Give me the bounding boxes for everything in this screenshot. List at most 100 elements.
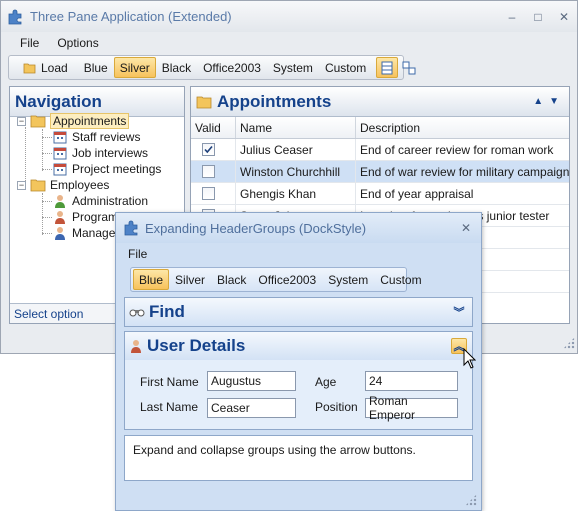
age-input[interactable]: 24	[365, 371, 458, 391]
appointments-title: Appointments	[217, 91, 332, 111]
tree-label-employees: Employees	[50, 178, 110, 192]
valid-checkbox[interactable]	[202, 187, 215, 200]
main-title-bar[interactable]: Three Pane Application (Extended) – □ ✕	[1, 1, 577, 32]
position-input[interactable]: Roman Emperor	[365, 394, 458, 422]
theme-silver-button[interactable]: Silver	[113, 57, 156, 78]
tree-connector	[42, 233, 52, 234]
tree-expander-employees[interactable]: −	[17, 181, 26, 190]
last-name-label: Last Name	[140, 400, 199, 414]
load-button[interactable]: Load	[17, 57, 74, 78]
float-theme-system-button[interactable]: System	[322, 269, 374, 290]
cell-valid	[191, 139, 236, 160]
tree-item-employees[interactable]: Employees	[30, 177, 109, 193]
layout-vertical-button[interactable]	[376, 57, 399, 78]
folder-open-icon	[23, 63, 36, 73]
column-name[interactable]: Name	[236, 117, 356, 138]
valid-checkbox[interactable]	[202, 143, 215, 156]
tree-connector	[42, 153, 52, 154]
maximize-button[interactable]: □	[525, 7, 551, 27]
minimize-button[interactable]: –	[499, 7, 525, 27]
arrow-down-icon[interactable]: ▼	[549, 96, 559, 107]
find-header[interactable]: Find ︾	[125, 298, 472, 326]
cell-valid	[191, 183, 236, 204]
folder-icon	[30, 179, 46, 192]
first-name-input[interactable]: Augustus	[207, 371, 296, 391]
cell-name: Ghengis Khan	[236, 183, 356, 204]
tree-connector	[42, 129, 43, 171]
float-title-bar[interactable]: Expanding HeaderGroups (DockStyle) ✕	[116, 213, 481, 243]
last-name-input[interactable]: Ceaser	[207, 398, 296, 418]
tree-label-job-interviews: Job interviews	[72, 146, 149, 160]
main-menubar: File Options	[1, 32, 577, 54]
main-window-title: Three Pane Application (Extended)	[30, 9, 232, 24]
table-row[interactable]: Winston Churchhill End of war review for …	[191, 161, 569, 183]
cell-valid	[191, 161, 236, 182]
tree-connector	[42, 217, 52, 218]
navigation-title: Navigation	[15, 91, 102, 111]
person-green-icon	[55, 195, 65, 208]
theme-system-button[interactable]: System	[267, 57, 319, 78]
theme-office2003-button[interactable]: Office2003	[197, 57, 267, 78]
tree-connector	[42, 169, 52, 170]
cell-description: End of year appraisal	[360, 186, 474, 201]
tree-item-job-interviews[interactable]: Job interviews	[53, 145, 148, 161]
user-details-headergroup: User Details ︽ First Name Augustus Age 2…	[124, 331, 473, 430]
table-row[interactable]: Ghengis Khan End of year appraisal	[191, 183, 569, 205]
first-name-label: First Name	[140, 375, 199, 389]
cell-name: Julius Ceaser	[236, 139, 356, 160]
tree-label-administration: Administration	[72, 194, 149, 208]
expanding-headergroups-window: Expanding HeaderGroups (DockStyle) ✕ Fil…	[115, 212, 482, 511]
tree-item-project-meetings[interactable]: Project meetings	[53, 161, 161, 177]
tree-expander-appointments[interactable]: −	[17, 117, 26, 126]
layout-grid-button[interactable]	[398, 57, 420, 78]
position-label: Position	[315, 400, 358, 414]
find-title: Find	[149, 302, 185, 321]
folder-icon	[30, 115, 46, 128]
table-row[interactable]: Julius Ceaser End of career review for ro…	[191, 139, 569, 161]
tree-item-appointments[interactable]: Appointments	[30, 113, 130, 129]
theme-black-button[interactable]: Black	[156, 57, 197, 78]
float-theme-office2003-button[interactable]: Office2003	[252, 269, 322, 290]
tree-label-staff-reviews: Staff reviews	[72, 130, 141, 144]
user-details-header[interactable]: User Details ︽	[125, 332, 472, 360]
expand-down-icon[interactable]: ︾	[451, 304, 467, 320]
float-toolbar: Blue Silver Black Office2003 System Cust…	[130, 267, 422, 292]
close-button[interactable]: ✕	[551, 7, 577, 27]
column-description[interactable]: Description	[356, 117, 569, 138]
column-valid[interactable]: Valid	[191, 117, 236, 138]
load-label: Load	[41, 60, 68, 75]
main-toolbar: Load Blue Silver Black Office2003 System…	[8, 55, 416, 80]
float-menubar: File	[116, 243, 481, 265]
cell-description: End of war review for military campaign	[360, 164, 569, 179]
float-close-button[interactable]: ✕	[461, 221, 471, 235]
layout-vertical-icon	[381, 61, 393, 74]
float-theme-custom-button[interactable]: Custom	[374, 269, 427, 290]
float-resize-grip[interactable]	[465, 494, 477, 506]
tree-connector	[42, 193, 43, 235]
tree-connector	[42, 201, 52, 202]
person-blue-icon	[55, 227, 65, 240]
tree-item-staff-reviews[interactable]: Staff reviews	[53, 129, 140, 145]
folder-open-icon	[196, 96, 212, 108]
grid-header: Valid Name Description	[191, 117, 569, 139]
theme-blue-button[interactable]: Blue	[78, 57, 114, 78]
float-theme-silver-button[interactable]: Silver	[169, 269, 211, 290]
float-theme-black-button[interactable]: Black	[211, 269, 252, 290]
float-menu-file[interactable]: File	[128, 247, 147, 261]
menu-options[interactable]: Options	[48, 36, 107, 50]
theme-custom-button[interactable]: Custom	[319, 57, 372, 78]
age-label: Age	[315, 375, 337, 389]
calendar-icon	[53, 147, 67, 160]
menu-file[interactable]: File	[11, 36, 48, 50]
checkmark-icon	[204, 145, 213, 154]
cell-description: End of career review for roman work	[360, 142, 554, 157]
tree-item-administration[interactable]: Administration	[53, 193, 148, 209]
find-headergroup: Find ︾	[124, 297, 473, 327]
calendar-icon	[53, 131, 67, 144]
arrow-up-icon[interactable]: ▲	[533, 96, 543, 107]
info-textbox[interactable]: Expand and collapse groups using the arr…	[124, 435, 473, 481]
valid-checkbox[interactable]	[202, 165, 215, 178]
tree-connector	[42, 137, 52, 138]
tree-connector	[25, 127, 26, 187]
float-theme-blue-button[interactable]: Blue	[133, 269, 170, 290]
